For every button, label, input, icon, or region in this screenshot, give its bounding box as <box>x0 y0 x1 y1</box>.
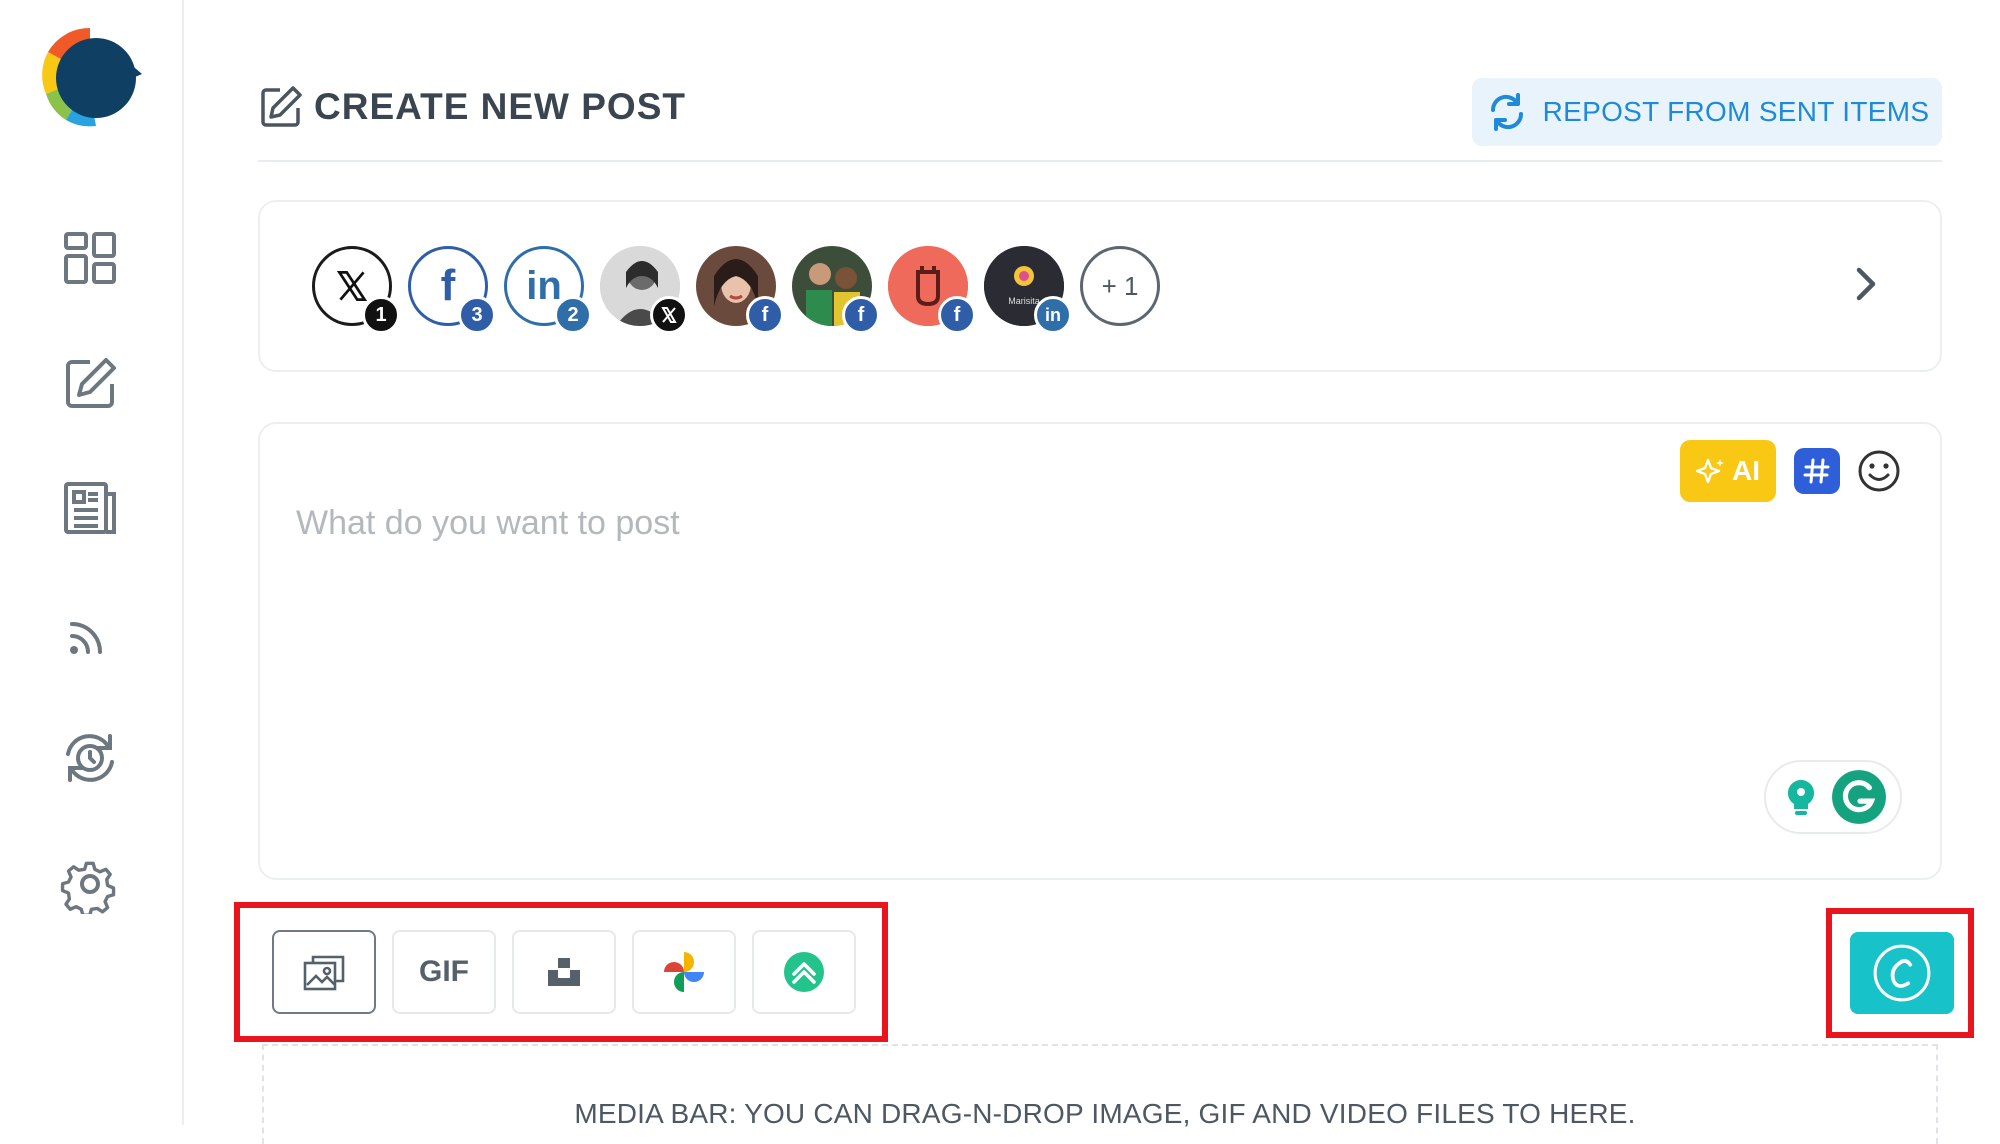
account-facebook-page[interactable]: f <box>888 246 976 334</box>
repost-from-sent-button[interactable]: REPOST FROM SENT ITEMS <box>1472 78 1942 146</box>
account-selector: 1 f 3 in 2 f f f Marisita in + 1 <box>258 200 1942 372</box>
post-composer: AI <box>258 422 1942 880</box>
facebook-badge-icon: f <box>938 296 976 334</box>
chevron-right-icon[interactable] <box>1844 262 1888 306</box>
unsplash-button[interactable] <box>512 930 616 1014</box>
hashtag-icon <box>1803 458 1830 484</box>
post-text-input[interactable] <box>296 504 1596 804</box>
more-accounts-label: + 1 <box>1101 270 1139 301</box>
google-photos-button[interactable] <box>632 930 736 1014</box>
linkedin-badge-icon: in <box>1034 296 1072 334</box>
edit-icon <box>261 86 302 127</box>
page-title-text: CREATE NEW POST <box>314 86 686 127</box>
dashboard-icon[interactable] <box>58 226 122 290</box>
account-facebook-group[interactable]: f 3 <box>408 246 496 334</box>
rss-feed-icon[interactable] <box>58 602 122 666</box>
facebook-badge-icon: f <box>842 296 880 334</box>
page-title: CREATE NEW POST <box>258 84 686 130</box>
settings-gear-icon[interactable] <box>58 852 122 916</box>
upload-cloud-button[interactable] <box>752 930 856 1014</box>
account-x-group[interactable]: 1 <box>312 246 400 334</box>
history-icon[interactable] <box>58 726 122 790</box>
compose-icon[interactable] <box>58 352 122 416</box>
ai-assistant-button[interactable]: AI <box>1680 440 1776 502</box>
canva-button[interactable] <box>1850 932 1954 1014</box>
account-facebook-profile-1[interactable]: f <box>696 246 784 334</box>
grammarly-icon[interactable] <box>1830 768 1888 826</box>
app-logo[interactable] <box>36 22 144 130</box>
repost-icon <box>1490 93 1523 131</box>
drop-zone-hint: MEDIA BAR: YOU CAN DRAG-N-DROP IMAGE, GI… <box>574 1098 1636 1129</box>
media-toolbar: GIF <box>272 930 856 1014</box>
account-linkedin-page[interactable]: Marisita in <box>984 246 1072 334</box>
canva-icon <box>1873 944 1931 1002</box>
header-divider <box>258 160 1942 162</box>
image-upload-button[interactable] <box>272 930 376 1014</box>
writing-assistant-widget <box>1764 760 1902 834</box>
facebook-badge-icon: f <box>746 296 784 334</box>
account-facebook-profile-2[interactable]: f <box>792 246 880 334</box>
lightbulb-icon[interactable] <box>1778 774 1824 820</box>
google-photos-icon <box>664 952 704 992</box>
count-badge: 2 <box>554 296 592 334</box>
unsplash-icon <box>548 958 580 986</box>
account-linkedin-group[interactable]: in 2 <box>504 246 592 334</box>
posts-list-icon[interactable] <box>58 476 122 540</box>
sidebar <box>0 0 184 1125</box>
more-accounts-button[interactable]: + 1 <box>1080 246 1160 326</box>
emoji-button[interactable] <box>1856 448 1902 494</box>
smiley-icon <box>1858 450 1900 492</box>
ai-label: AI <box>1732 455 1760 486</box>
image-gallery-icon <box>303 955 345 991</box>
count-badge: 1 <box>362 296 400 334</box>
sparkle-icon <box>1696 458 1724 484</box>
gif-label: GIF <box>419 955 469 988</box>
account-x-profile[interactable] <box>600 246 688 334</box>
repost-label: REPOST FROM SENT ITEMS <box>1542 96 1930 127</box>
x-badge-icon <box>650 296 688 334</box>
hashtag-button[interactable] <box>1794 448 1840 494</box>
arrow-up-circle-icon <box>784 952 824 992</box>
gif-button[interactable]: GIF <box>392 930 496 1014</box>
count-badge: 3 <box>458 296 496 334</box>
